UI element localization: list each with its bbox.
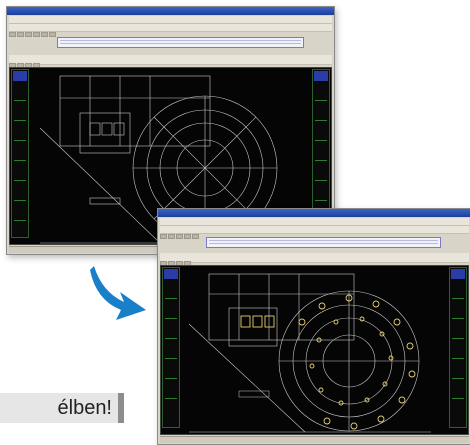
drawing-canvas[interactable] (160, 265, 469, 435)
callout-box: élben! (0, 393, 124, 423)
toolbar-button[interactable] (33, 32, 40, 37)
toolbar-button[interactable] (192, 234, 199, 239)
left-tool-palette[interactable] (11, 69, 29, 238)
floor-plan-drawing-furnished (188, 273, 431, 433)
toolbar-button[interactable] (41, 32, 48, 37)
title-bar (7, 7, 334, 15)
callout-text: élben! (57, 397, 113, 419)
command-window[interactable] (57, 37, 304, 48)
toolbar-row (9, 16, 332, 29)
palette-logo-icon (13, 71, 27, 81)
toolbar-row (160, 218, 469, 231)
toolbar-button[interactable] (9, 32, 16, 37)
toolbar-row (9, 55, 332, 68)
toolbar-button[interactable] (160, 234, 167, 239)
status-bar (160, 436, 469, 443)
toolbar-row (160, 226, 469, 239)
toolbar-button[interactable] (168, 234, 175, 239)
transition-arrow-icon (90, 266, 146, 320)
command-window[interactable] (206, 237, 441, 248)
toolbar-row (9, 24, 332, 37)
toolbar-button[interactable] (25, 32, 32, 37)
toolbar-button[interactable] (49, 32, 56, 37)
toolbar-row (160, 253, 469, 266)
title-bar (158, 209, 470, 217)
palette-logo-icon (314, 71, 328, 81)
cad-window-after (157, 208, 470, 445)
palette-logo-icon (451, 269, 465, 279)
toolbar-button[interactable] (176, 234, 183, 239)
palette-logo-icon (164, 269, 178, 279)
left-tool-palette[interactable] (162, 267, 180, 428)
toolbar-button[interactable] (184, 234, 191, 239)
toolbar-button[interactable] (17, 32, 24, 37)
